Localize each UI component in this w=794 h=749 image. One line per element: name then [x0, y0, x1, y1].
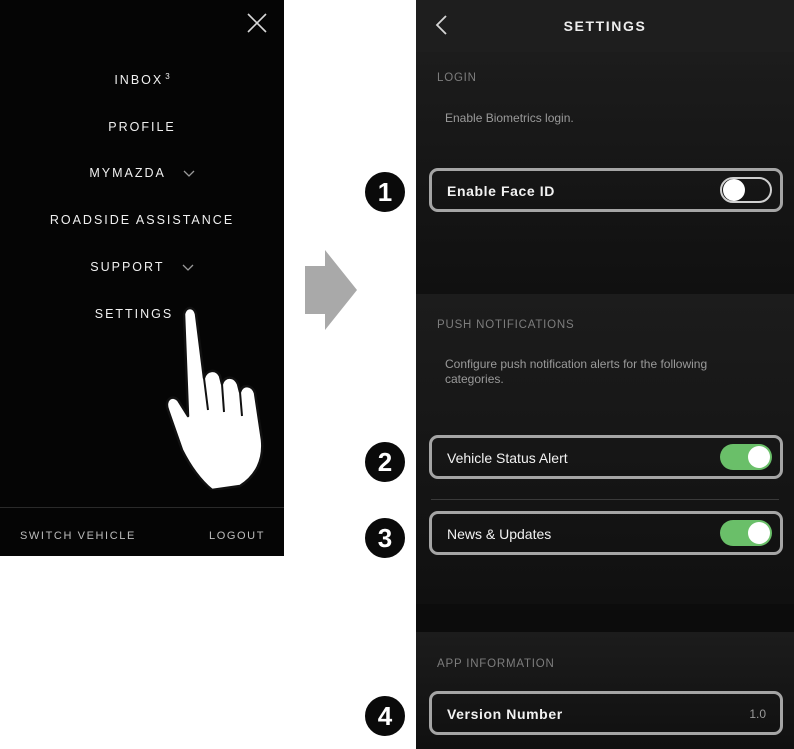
callout-2: 2 [362, 439, 408, 485]
close-icon[interactable] [246, 12, 268, 34]
callout-4: 4 [362, 693, 408, 739]
face-id-label: Enable Face ID [447, 183, 555, 199]
toggle-knob [723, 179, 745, 201]
toggle-knob [748, 522, 770, 544]
arrow-right-icon [305, 250, 357, 330]
menu-item-mymazda[interactable]: MYMAZDA [0, 166, 284, 180]
version-number-row: Version Number 1.0 [429, 691, 783, 735]
menu-item-label: PROFILE [108, 120, 176, 134]
section-gap [416, 604, 794, 632]
section-label-app-info: APP INFORMATION [437, 658, 555, 670]
menu-item-inbox[interactable]: INBOX 3 [0, 72, 284, 87]
menu-item-label: SUPPORT [90, 260, 165, 274]
side-menu: INBOX 3 PROFILE MYMAZDA ROADSIDE ASSISTAN… [0, 0, 284, 556]
chevron-down-icon[interactable] [183, 170, 195, 178]
app-information-section: APP INFORMATION Version Number 1.0 [416, 632, 794, 749]
row-divider [431, 499, 779, 500]
push-notifications-section: PUSH NOTIFICATIONS Configure push notifi… [416, 294, 794, 604]
section-label-push: PUSH NOTIFICATIONS [437, 319, 575, 331]
news-updates-toggle[interactable] [720, 520, 772, 546]
vehicle-status-alert-row[interactable]: Vehicle Status Alert [429, 435, 783, 479]
callout-3: 3 [362, 515, 408, 561]
face-id-row[interactable]: Enable Face ID [429, 168, 783, 212]
push-description: Configure push notification alerts for t… [445, 357, 708, 386]
news-updates-row[interactable]: News & Updates [429, 511, 783, 555]
menu-item-label: MYMAZDA [89, 166, 166, 180]
login-description: Enable Biometrics login. [445, 111, 574, 125]
section-label-login: LOGIN [437, 72, 477, 84]
vehicle-status-alert-toggle[interactable] [720, 444, 772, 470]
menu-item-roadside-assistance[interactable]: ROADSIDE ASSISTANCE [0, 213, 284, 227]
inbox-count-badge: 3 [165, 72, 170, 81]
menu-item-support[interactable]: SUPPORT [0, 260, 284, 274]
settings-header: SETTINGS [416, 0, 794, 52]
menu-item-label: INBOX [114, 73, 164, 88]
settings-screen: SETTINGS LOGIN Enable Biometrics login. … [416, 0, 794, 749]
menu-item-profile[interactable]: PROFILE [0, 120, 284, 134]
pointing-hand-icon [165, 306, 264, 490]
logout-link[interactable]: LOGOUT [209, 530, 265, 542]
toggle-knob [748, 446, 770, 468]
callout-1: 1 [362, 169, 408, 215]
menu-item-label: ROADSIDE ASSISTANCE [49, 213, 235, 227]
news-updates-label: News & Updates [447, 526, 552, 542]
version-number-label: Version Number [447, 706, 563, 722]
login-section: LOGIN Enable Biometrics login. Enable Fa… [416, 52, 794, 294]
switch-vehicle-link[interactable]: SWITCH VEHICLE [20, 530, 136, 542]
chevron-down-icon[interactable] [182, 264, 194, 272]
menu-footer: SWITCH VEHICLE LOGOUT [0, 507, 284, 557]
vehicle-status-alert-label: Vehicle Status Alert [447, 450, 568, 466]
page-title: SETTINGS [563, 18, 647, 34]
version-number-value: 1.0 [749, 707, 766, 721]
face-id-toggle[interactable] [720, 177, 772, 203]
